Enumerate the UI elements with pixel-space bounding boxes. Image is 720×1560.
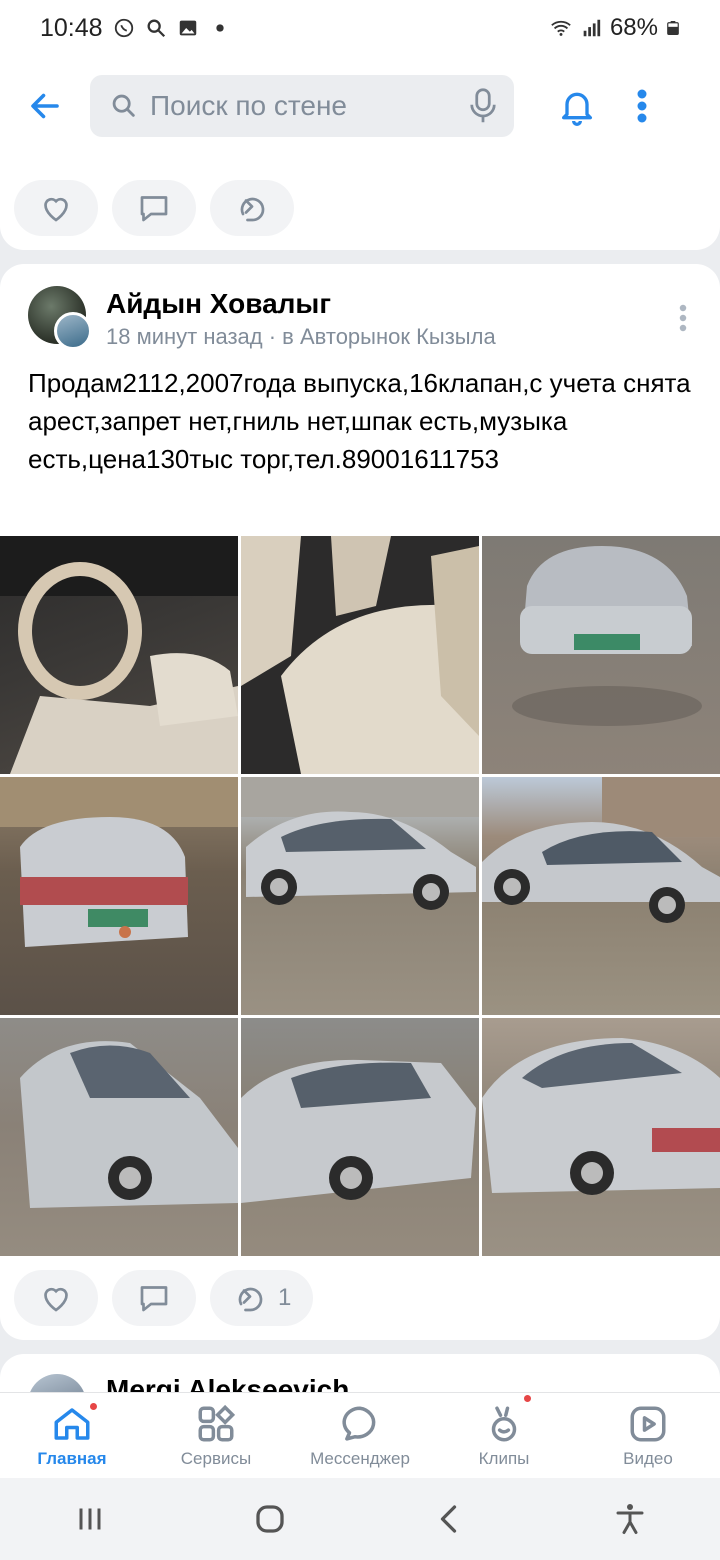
bottom-navigation: Главная Сервисы Мессенджер Клипы Видео xyxy=(0,1392,720,1478)
post-more-button[interactable] xyxy=(668,298,698,338)
app-header: Поиск по стене xyxy=(0,56,720,156)
system-navigation xyxy=(0,1478,720,1560)
wifi-icon xyxy=(551,20,571,36)
status-time: 10:48 xyxy=(40,13,103,42)
photo-interior-front[interactable] xyxy=(0,536,238,774)
previous-post-card xyxy=(0,156,720,250)
clips-icon xyxy=(491,1406,517,1442)
nav-video-label: Видео xyxy=(623,1449,673,1468)
photo-grid xyxy=(0,536,720,1256)
post-actions: 1 xyxy=(14,1270,314,1326)
photo-front-left[interactable] xyxy=(0,1018,238,1256)
nav-home[interactable]: Главная xyxy=(0,1393,144,1478)
photo-front-view[interactable] xyxy=(482,536,720,774)
status-bar: 10:48 68% xyxy=(0,0,720,56)
car-side-image xyxy=(482,777,720,923)
steering-wheel-image xyxy=(0,536,238,774)
comment-button[interactable] xyxy=(112,180,196,236)
nav-clips-label: Клипы xyxy=(478,1449,530,1468)
share-icon xyxy=(240,197,265,222)
search-status-icon xyxy=(147,19,165,38)
microphone-icon[interactable] xyxy=(468,87,498,125)
services-icon xyxy=(198,1404,236,1442)
back-button[interactable] xyxy=(0,56,90,156)
like-button[interactable] xyxy=(14,1270,98,1326)
share-button[interactable]: 1 xyxy=(210,1270,314,1326)
car-angle-image xyxy=(241,1059,476,1203)
search-placeholder: Поиск по стене xyxy=(150,90,347,121)
header-more-button[interactable] xyxy=(612,56,672,156)
seats-image xyxy=(241,536,479,774)
notifications-button[interactable] xyxy=(542,56,612,156)
comment-icon xyxy=(140,1286,168,1312)
more-vertical-icon xyxy=(637,89,647,123)
previous-post-actions xyxy=(14,180,294,236)
photo-rear-seats[interactable] xyxy=(241,536,479,774)
photo-rear-view[interactable] xyxy=(0,777,238,1015)
post-author[interactable]: Айдын Ховалыг xyxy=(106,288,331,320)
nav-messenger-label: Мессенджер xyxy=(310,1449,410,1468)
nav-services[interactable]: Сервисы xyxy=(144,1393,288,1478)
author-avatar[interactable] xyxy=(54,312,92,350)
nav-messenger[interactable]: Мессенджер xyxy=(288,1393,432,1478)
post-text: Продам2112,2007года выпуска,16клапан,с у… xyxy=(28,368,691,474)
battery-icon xyxy=(667,21,679,35)
share-icon xyxy=(238,1287,263,1312)
photo-rear-right[interactable] xyxy=(482,1018,720,1256)
post-header: Айдын Ховалыг 18 минут назад · в Авторын… xyxy=(28,284,698,354)
heart-icon xyxy=(44,197,68,222)
repost-count: 1 xyxy=(278,1284,292,1311)
comment-icon xyxy=(140,196,168,222)
battery-percent: 68% xyxy=(609,14,658,41)
clips-badge xyxy=(522,1393,533,1404)
messenger-icon xyxy=(342,1406,376,1441)
more-vertical-icon xyxy=(679,304,687,332)
nav-home-label: Главная xyxy=(37,1449,107,1468)
signal-icon xyxy=(583,19,601,37)
photo-front-right[interactable] xyxy=(241,1018,479,1256)
accessibility-icon[interactable] xyxy=(612,1501,648,1537)
post-card: Айдын Ховалыг 18 минут назад · в Авторын… xyxy=(0,264,720,1340)
heart-icon xyxy=(44,1287,68,1312)
gallery-icon xyxy=(179,20,196,36)
back-system-icon[interactable] xyxy=(432,1501,468,1537)
photo-side-left[interactable] xyxy=(241,777,479,1015)
like-button[interactable] xyxy=(14,180,98,236)
search-icon xyxy=(112,94,135,117)
car-rear-image xyxy=(0,777,238,947)
video-icon xyxy=(630,1406,666,1442)
nav-services-label: Сервисы xyxy=(180,1449,252,1468)
nav-video[interactable]: Видео xyxy=(576,1393,720,1478)
whatsapp-icon xyxy=(114,18,133,38)
recent-apps-icon[interactable] xyxy=(72,1501,108,1537)
car-front-image xyxy=(512,546,702,726)
share-button[interactable] xyxy=(210,180,294,236)
comment-button[interactable] xyxy=(112,1270,196,1326)
arrow-left-icon xyxy=(31,93,59,119)
car-angle-image xyxy=(20,1041,238,1208)
post-meta[interactable]: 18 минут назад · в Авторынок Кызыла xyxy=(106,324,496,350)
car-angle-image xyxy=(482,1038,720,1195)
home-system-icon[interactable] xyxy=(252,1501,288,1537)
home-icon xyxy=(54,1408,90,1440)
nav-clips[interactable]: Клипы xyxy=(432,1393,576,1478)
search-input[interactable]: Поиск по стене xyxy=(90,75,514,137)
car-side-image xyxy=(241,777,479,910)
bell-icon xyxy=(562,92,592,126)
home-badge xyxy=(88,1401,99,1412)
photo-side-right[interactable] xyxy=(482,777,720,1015)
notification-dot-icon xyxy=(215,24,224,32)
